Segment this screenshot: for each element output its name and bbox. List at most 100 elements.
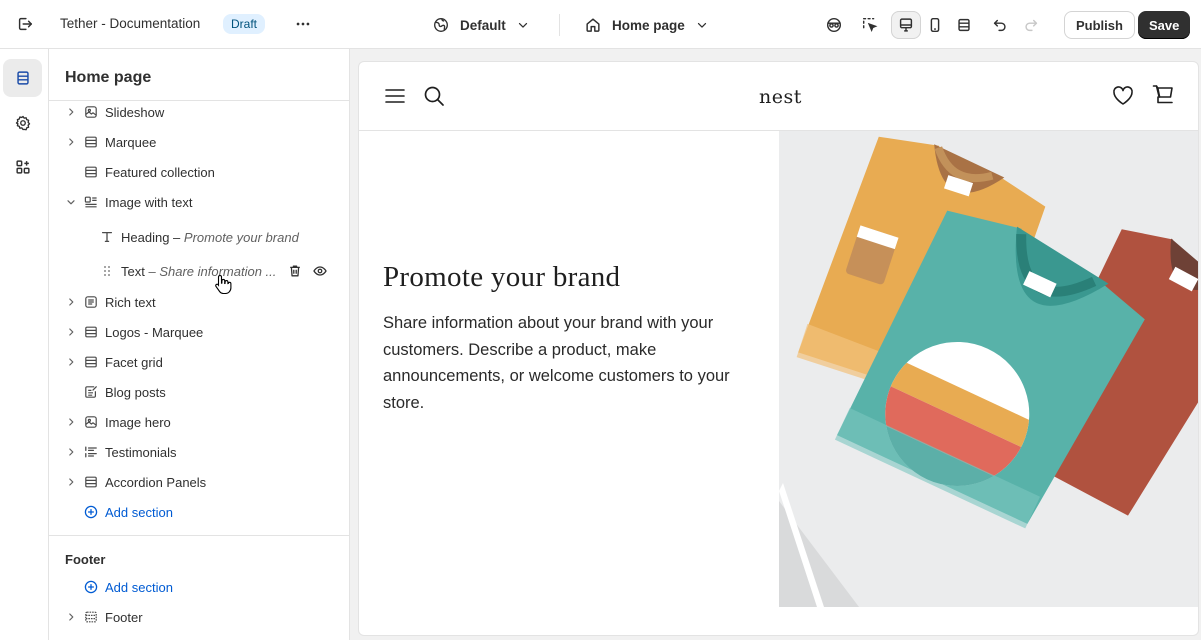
text-type-icon: [101, 231, 113, 243]
image-with-text-section[interactable]: Promote your brand Share information abo…: [359, 131, 1198, 607]
section-label: Logos - Marquee: [105, 324, 204, 340]
block-label: Text – Share information ...: [121, 264, 276, 279]
select-element-icon[interactable]: [855, 11, 885, 39]
desktop-view-icon[interactable]: [891, 11, 921, 39]
site-header: nest: [359, 62, 1198, 131]
full-width-icon[interactable]: [949, 11, 979, 39]
layout-icon: [85, 166, 97, 178]
undo-icon[interactable]: [985, 11, 1015, 39]
section-label: Accordion Panels: [105, 474, 207, 490]
theme-selector[interactable]: Default: [432, 10, 530, 40]
exit-icon[interactable]: [10, 10, 40, 38]
block-name: Heading: [121, 229, 170, 245]
chevron-right-icon[interactable]: [65, 296, 77, 308]
layout-icon: [85, 356, 97, 368]
divider: [559, 14, 560, 36]
section-label: Featured collection: [105, 164, 215, 180]
chevron-right-icon[interactable]: [65, 446, 77, 458]
section-body-text: Share information about your brand with …: [383, 314, 730, 412]
section-row-image-with-text[interactable]: Image with text: [49, 187, 349, 217]
layout-icon: [85, 611, 97, 623]
section-row-image-hero[interactable]: Image hero: [49, 407, 349, 437]
redo-icon[interactable]: [1016, 11, 1046, 39]
home-icon: [586, 18, 600, 32]
chevron-down-icon[interactable]: [65, 196, 77, 208]
chevron-right-icon[interactable]: [65, 611, 77, 623]
chevron-down-icon: [697, 22, 706, 28]
more-actions-icon[interactable]: [288, 10, 318, 38]
cart-icon[interactable]: [1152, 84, 1174, 106]
section-row-testimonials[interactable]: Testimonials: [49, 437, 349, 467]
mobile-view-icon[interactable]: [920, 11, 950, 39]
section-row-marquee[interactable]: Marquee: [49, 127, 349, 157]
drag-handle-icon[interactable]: [102, 265, 112, 277]
layout-icon: [85, 326, 97, 338]
left-rail: [0, 49, 49, 640]
block-row-heading[interactable]: Heading – Promote your brand: [49, 222, 349, 252]
section-row-accordion-panels[interactable]: Accordion Panels: [49, 467, 349, 497]
section-label: Blog posts: [105, 384, 166, 400]
footer-add-section-button[interactable]: Add section: [49, 572, 349, 602]
list-icon: [85, 446, 97, 458]
layout-icon: [85, 476, 97, 488]
hand-cursor-icon: [215, 274, 232, 294]
chevron-down-icon: [518, 22, 527, 28]
section-heading: Promote your brand: [383, 261, 621, 293]
section-row-blog-posts[interactable]: Blog posts: [49, 377, 349, 407]
section-row-slideshow[interactable]: Slideshow: [49, 97, 349, 127]
inspector-icon[interactable]: [819, 11, 849, 39]
settings-icon[interactable]: [3, 104, 42, 142]
add-section-label: Add section: [105, 579, 173, 595]
store-title: Tether - Documentation: [60, 16, 201, 31]
layout-icon: [85, 136, 97, 148]
image-text-icon: [84, 196, 97, 208]
chevron-right-icon[interactable]: [65, 136, 77, 148]
image-icon: [85, 416, 97, 428]
block-detail: Promote your brand: [183, 229, 299, 245]
section-label: Image hero: [105, 414, 171, 430]
block-name: Text: [121, 263, 145, 279]
storefront-preview: nest Promote your brand Share informatio…: [358, 61, 1199, 636]
slideshow-icon: [85, 106, 97, 118]
plus-circle-icon: [84, 580, 98, 594]
add-section-button[interactable]: Add section: [49, 497, 349, 527]
eye-icon[interactable]: [312, 263, 328, 279]
chevron-right-icon[interactable]: [65, 476, 77, 488]
plus-circle-icon: [84, 505, 98, 519]
section-row-footer[interactable]: Footer: [49, 602, 349, 632]
block-separator: –: [169, 229, 184, 245]
save-button[interactable]: Save: [1138, 11, 1191, 39]
divider: [49, 535, 349, 536]
section-row-featured-collection[interactable]: Featured collection: [49, 157, 349, 187]
chevron-right-icon[interactable]: [65, 106, 77, 118]
text-block-icon: [85, 296, 97, 308]
chevron-right-icon[interactable]: [65, 326, 77, 338]
block-label: Heading – Promote your brand: [121, 230, 299, 245]
page-label: Home page: [612, 17, 685, 33]
chevron-right-icon[interactable]: [65, 416, 77, 428]
publish-button[interactable]: Publish: [1064, 11, 1135, 39]
section-label: Rich text: [105, 294, 156, 310]
sections-icon[interactable]: [3, 59, 42, 97]
sections-sidebar: Home page Slideshow Marquee Featured col…: [49, 49, 350, 640]
tshirts-illustration: [779, 131, 1198, 607]
trash-icon[interactable]: [287, 263, 303, 279]
add-section-label: Add section: [105, 504, 173, 520]
section-label: Testimonials: [105, 444, 177, 460]
section-label: Facet grid: [105, 354, 163, 370]
section-row-rich-text[interactable]: Rich text: [49, 287, 349, 317]
page-selector[interactable]: Home page: [584, 10, 709, 40]
footer-group-title: Footer: [65, 552, 106, 567]
section-label: Slideshow: [105, 104, 165, 120]
section-row-facet-grid[interactable]: Facet grid: [49, 347, 349, 377]
section-row-logos-marquee[interactable]: Logos - Marquee: [49, 317, 349, 347]
sidebar-title: Home page: [65, 69, 152, 86]
site-logo[interactable]: nest: [759, 86, 802, 108]
block-row-text[interactable]: Text – Share information ...: [49, 256, 349, 286]
heart-icon[interactable]: [1112, 85, 1134, 107]
chevron-right-icon[interactable]: [65, 356, 77, 368]
blog-icon: [85, 385, 98, 398]
search-icon[interactable]: [423, 85, 445, 107]
menu-icon[interactable]: [384, 85, 406, 107]
apps-icon[interactable]: [3, 148, 42, 186]
